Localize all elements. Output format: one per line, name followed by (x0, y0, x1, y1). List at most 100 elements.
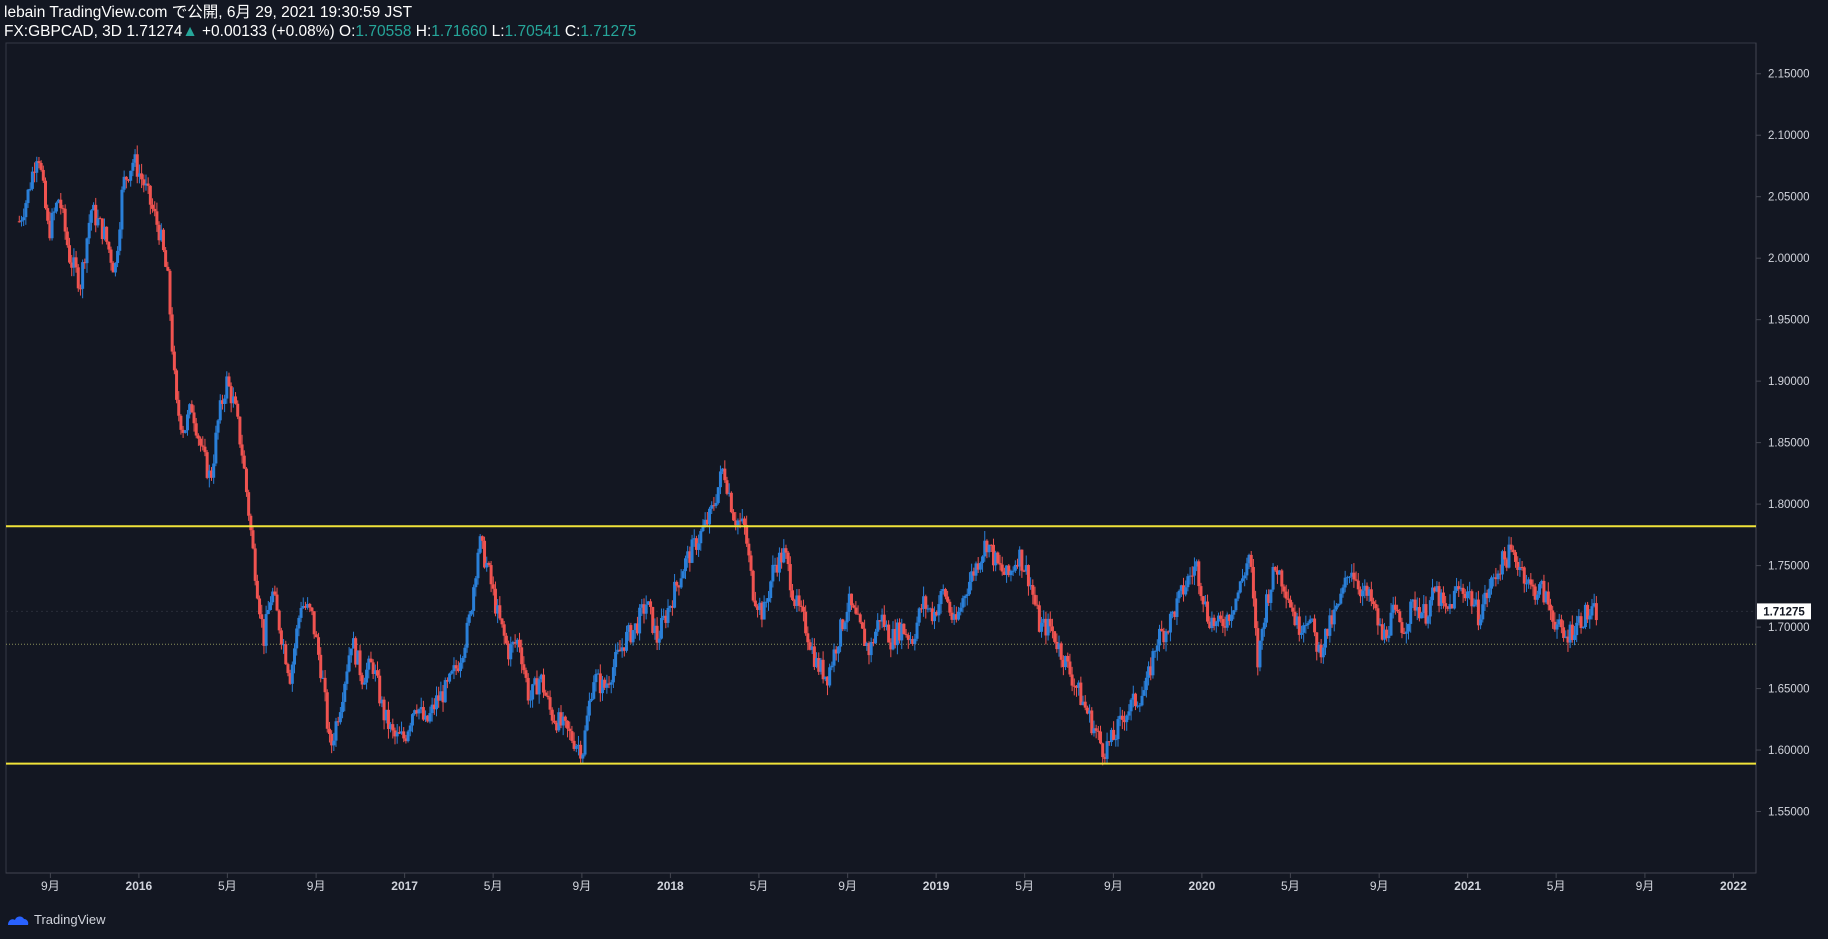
candle-body-down (166, 266, 170, 271)
candle-body-up (913, 638, 917, 644)
candle-body-up (959, 607, 963, 612)
candle-body-up (1214, 621, 1218, 627)
candle-body-up (1535, 594, 1539, 600)
candle-body-up (1524, 583, 1528, 585)
candle-body-up (716, 487, 720, 503)
candle-body-down (43, 180, 47, 209)
candle-body-down (308, 603, 312, 608)
candle-body-down (196, 435, 200, 439)
candle-body-down (996, 552, 1000, 564)
candle-body-down (751, 570, 755, 601)
candle-body-down (240, 444, 244, 456)
candle-body-up (1011, 570, 1015, 572)
candle-body-down (1120, 715, 1124, 720)
candle-body-down (161, 229, 165, 251)
candle-body-down (227, 376, 231, 387)
candle-body-down (402, 731, 406, 739)
candle-body-up (869, 642, 873, 656)
candle-body-down (192, 412, 196, 424)
candle-body-up (836, 646, 840, 654)
price-chart[interactable]: 2.15000 2.10000 2.05000 2.00000 1.95000 1.900… (0, 0, 1828, 939)
candle-body-down (1562, 627, 1566, 639)
candle-body-down (542, 674, 546, 693)
candle-body-up (1420, 613, 1424, 619)
candle-body-up (118, 229, 122, 251)
candle-body-down (1031, 585, 1035, 595)
candle-body-up (1406, 623, 1410, 632)
candle-body-down (1254, 598, 1258, 629)
candle-body-up (1487, 588, 1491, 599)
candle-body-up (830, 665, 834, 668)
y-tick-label: 2.10000 (1768, 130, 1810, 142)
candle-body-down (244, 468, 248, 493)
candle-body-up (1389, 612, 1393, 636)
candle-body-down (260, 614, 264, 620)
candle-body-down (1251, 566, 1255, 599)
candle-body-down (1594, 603, 1598, 621)
candle-body-down (487, 562, 491, 566)
y-tick-label: 1.80000 (1768, 499, 1810, 511)
candle-body-down (1133, 693, 1137, 707)
candle-body-up (828, 667, 832, 686)
candle-body-up (1481, 604, 1485, 620)
candle-body-up (89, 210, 93, 223)
candle-body-down (1284, 591, 1288, 599)
candle-body-down (153, 208, 157, 212)
candle-body-up (1144, 677, 1148, 691)
candle-body-down (548, 697, 552, 710)
candle-body-up (1404, 631, 1408, 634)
candle-body-down (852, 605, 856, 608)
candle-body-up (987, 544, 991, 553)
candle-body-up (614, 651, 618, 668)
candle-body-up (1129, 699, 1133, 712)
candle-body-up (874, 631, 878, 644)
candle-body-down (1441, 592, 1445, 604)
candle-body-up (343, 683, 347, 702)
candle-body-up (766, 598, 770, 602)
candle-body-up (937, 604, 941, 616)
candle-body-up (631, 630, 635, 643)
candle-body-up (1168, 613, 1172, 633)
candle-body-up (771, 564, 775, 582)
candle-body-down (1112, 729, 1116, 741)
candle-body-up (428, 713, 432, 722)
candle-body-down (323, 677, 327, 693)
candle-body-up (1177, 590, 1181, 599)
candle-body-up (1140, 695, 1144, 706)
candle-body-up (1157, 628, 1161, 646)
candle-body-down (887, 624, 891, 643)
candle-body-down (723, 468, 727, 481)
candle-body-up (939, 590, 943, 605)
candle-body-down (1372, 601, 1376, 605)
candle-body-down (1000, 564, 1004, 572)
candle-body-down (797, 595, 801, 606)
brand-label: TradingView (34, 912, 106, 927)
candle-body-down (747, 543, 751, 556)
candle-body-down (1083, 701, 1087, 708)
candle-body-down (563, 716, 567, 721)
candle-body-up (408, 725, 412, 732)
candle-body-up (876, 620, 880, 632)
x-tick-label: 2019 (923, 879, 950, 893)
candle-body-down (1374, 604, 1378, 609)
candle-body-up (50, 212, 54, 239)
candle-body-up (673, 581, 677, 608)
x-tick-label: 9月 (1370, 879, 1389, 893)
candle-body-down (1546, 591, 1550, 605)
candle-body-up (1238, 581, 1242, 593)
candle-body-down (124, 176, 128, 180)
candle-body-up (30, 171, 34, 189)
candle-body-down (742, 518, 746, 526)
candle-body-down (860, 622, 864, 629)
candle-body-up (463, 647, 467, 658)
candle-body-down (502, 624, 506, 636)
x-tick-label: 9月 (1104, 879, 1123, 893)
candle-body-down (546, 695, 550, 698)
candle-body-down (1273, 566, 1277, 571)
candle-body-down (255, 580, 259, 599)
candle-body-up (843, 622, 847, 630)
candle-body-down (1548, 604, 1552, 611)
candle-body-up (1538, 584, 1542, 595)
candle-body-up (1245, 563, 1249, 576)
candle-body-up (1262, 622, 1266, 629)
